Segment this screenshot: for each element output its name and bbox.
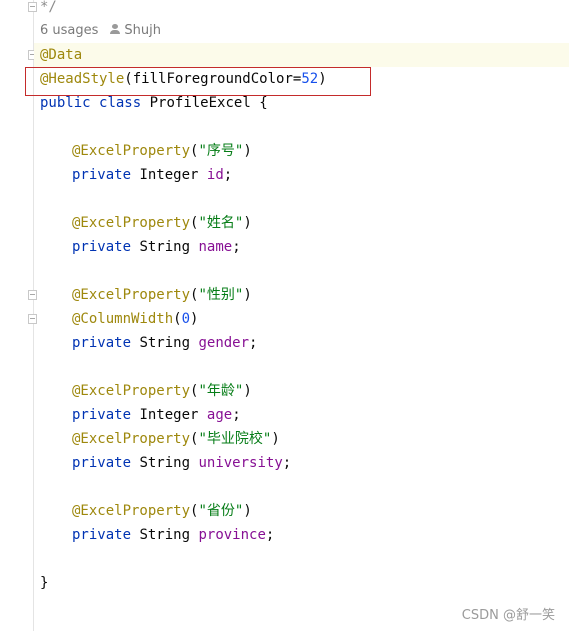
annotation-name: @ExcelProperty: [72, 143, 191, 159]
paren-close: ): [243, 503, 252, 519]
field-type: String: [139, 527, 191, 543]
paren-close: ): [243, 287, 252, 303]
code-line-annotation[interactable]: @ColumnWidth(0): [72, 307, 198, 331]
usages-count[interactable]: 6 usages: [40, 23, 98, 38]
paren-close: ): [271, 431, 280, 447]
code-line-field[interactable]: private String university;: [72, 451, 291, 475]
fold-marker-icon[interactable]: [28, 290, 37, 300]
keyword-private: private: [72, 455, 132, 471]
keyword-private: private: [72, 407, 132, 423]
class-name: ProfileExcel: [149, 95, 251, 111]
semicolon: ;: [249, 335, 258, 351]
field-name: name: [198, 239, 233, 255]
annotation-arg: "序号": [198, 143, 244, 159]
annotation-arg: "姓名": [198, 215, 244, 231]
annotation-name: @ExcelProperty: [72, 215, 191, 231]
keyword-private: private: [72, 239, 132, 255]
field-name: age: [206, 407, 233, 423]
field-name: id: [206, 167, 224, 183]
code-line-annotation[interactable]: @ExcelProperty("省份"): [72, 499, 252, 523]
field-type: String: [139, 455, 191, 471]
annotation-name: @ExcelProperty: [72, 431, 191, 447]
code-line-annotation[interactable]: @ExcelProperty("姓名"): [72, 211, 252, 235]
annotation-arg: 0: [181, 311, 191, 327]
semicolon: ;: [282, 455, 292, 471]
annotation-data: @Data: [40, 47, 83, 63]
code-line-annotation[interactable]: @ExcelProperty("性别"): [72, 283, 252, 307]
keyword-private: private: [72, 335, 132, 351]
annotation-arg: "毕业院校": [198, 431, 272, 447]
code-line-field[interactable]: private Integer age;: [72, 403, 241, 427]
annotation-arg: "性别": [198, 287, 244, 303]
person-icon: [110, 24, 121, 35]
semicolon: ;: [265, 527, 275, 543]
code-line-annotation[interactable]: @ExcelProperty("年龄"): [72, 379, 252, 403]
keyword-private: private: [72, 527, 132, 543]
code-line-class[interactable]: public class ProfileExcel {: [40, 91, 268, 115]
code-line-field[interactable]: private Integer id;: [72, 163, 232, 187]
annotation-name: @ExcelProperty: [72, 503, 191, 519]
semicolon: ;: [232, 407, 241, 423]
author-name: Shujh: [124, 23, 161, 38]
annotation-name: @ExcelProperty: [72, 383, 191, 399]
code-line-annotation[interactable]: @ExcelProperty("毕业院校"): [72, 427, 280, 451]
field-type: Integer: [139, 407, 199, 423]
code-line-annotation[interactable]: @ExcelProperty("序号"): [72, 139, 252, 163]
fold-marker-icon[interactable]: [28, 2, 37, 12]
annotation-name: @ExcelProperty: [72, 287, 191, 303]
keyword-class: class: [99, 95, 142, 111]
comment-end-line: */: [40, 0, 57, 19]
paren-close: ): [243, 383, 252, 399]
field-name: gender: [198, 335, 250, 351]
usages-hint[interactable]: 6 usages Shujh: [40, 20, 161, 42]
paren-close: ): [243, 215, 252, 231]
semicolon: ;: [232, 239, 241, 255]
comment-text: */: [40, 0, 57, 15]
annotation-arg: "年龄": [198, 383, 244, 399]
keyword-private: private: [72, 167, 132, 183]
brace-open: {: [259, 95, 268, 111]
keyword-public: public: [40, 95, 91, 111]
semicolon: ;: [223, 167, 233, 183]
fold-marker-icon[interactable]: [28, 314, 37, 324]
paren-close: ): [190, 311, 199, 327]
annotation-name: @ColumnWidth: [72, 311, 174, 327]
field-type: String: [139, 335, 191, 351]
paren-close: ): [243, 143, 252, 159]
code-line-field[interactable]: private String name;: [72, 235, 241, 259]
field-type: Integer: [139, 167, 199, 183]
field-type: String: [139, 239, 191, 255]
code-line-data[interactable]: @Data: [40, 43, 82, 67]
field-name: university: [198, 455, 283, 471]
brace-close: }: [40, 575, 49, 591]
current-line-highlight: [34, 43, 569, 67]
code-line-field[interactable]: private String gender;: [72, 331, 257, 355]
annotation-arg: "省份": [198, 503, 244, 519]
paren-open: (: [173, 311, 182, 327]
field-name: province: [198, 527, 266, 543]
code-line-close[interactable]: }: [40, 571, 48, 595]
watermark: CSDN @舒一笑: [461, 608, 555, 623]
code-line-field[interactable]: private String province;: [72, 523, 274, 547]
